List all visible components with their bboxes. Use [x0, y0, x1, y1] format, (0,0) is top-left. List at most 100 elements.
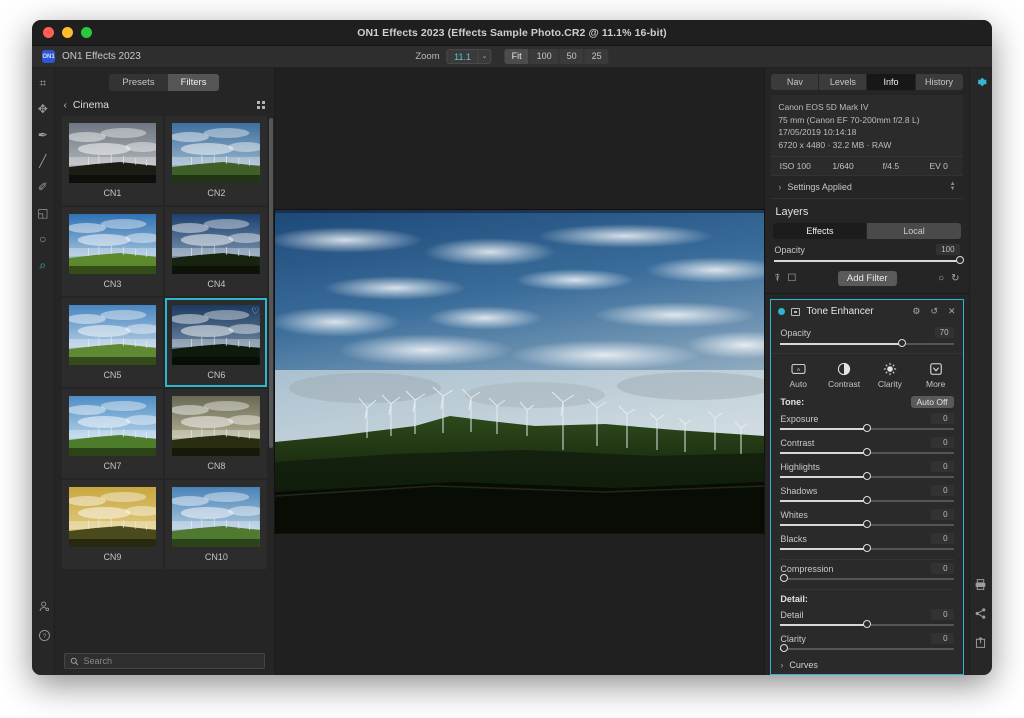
layer-tab-effects[interactable]: Effects [773, 223, 866, 239]
perfect-eraser-tool-icon[interactable]: ╱ [36, 154, 50, 168]
curves-row[interactable]: › Curves [771, 654, 962, 675]
preset-item[interactable]: CN4 [165, 207, 267, 296]
blemish-remover-tool-icon[interactable]: ○ [36, 232, 50, 246]
settings-gear-icon[interactable] [975, 76, 987, 88]
preset-item[interactable]: CN7 [62, 389, 164, 478]
edited-photo[interactable] [275, 210, 764, 533]
inspector-tab-history[interactable]: History [916, 74, 963, 90]
clone-stamp-tool-icon[interactable]: ◱ [36, 206, 50, 220]
grid-view-icon[interactable] [257, 101, 265, 109]
layer-opacity-value[interactable]: 100 [936, 244, 959, 255]
quick-action-auto[interactable]: AAuto [775, 360, 821, 389]
presets-filters-tabs[interactable]: PresetsFilters [55, 68, 275, 96]
retouch-brush-tool-icon[interactable]: ✒ [36, 128, 50, 142]
compression-row: Compression 0 [771, 560, 962, 574]
zoom-value[interactable]: 11.1 [448, 52, 478, 62]
filter-opacity-value[interactable]: 70 [935, 327, 954, 338]
exif-item: ISO 100 [771, 161, 819, 171]
help-icon[interactable]: ? [38, 629, 51, 647]
fit-button-fit[interactable]: Fit [505, 49, 530, 64]
parameter-value[interactable]: 0 [931, 533, 953, 544]
preset-thumbnail [69, 396, 157, 456]
filter-opacity-slider[interactable] [780, 339, 953, 349]
fit-button-50[interactable]: 50 [560, 49, 585, 64]
parameter-slider[interactable] [780, 472, 953, 482]
favorite-heart-icon[interactable]: ♡ [251, 306, 259, 317]
quick-action-contrast[interactable]: Contrast [821, 360, 867, 389]
parameter-slider[interactable] [780, 620, 953, 630]
inspector-tab-info[interactable]: Info [867, 74, 914, 90]
parameter-value[interactable]: 0 [931, 437, 953, 448]
chevron-right-icon[interactable]: › [780, 660, 783, 670]
parameter-value[interactable]: 0 [931, 609, 953, 620]
preset-item[interactable]: CN3 [62, 207, 164, 296]
preset-item[interactable]: CN5 [62, 298, 164, 387]
move-tool-icon[interactable]: ✥ [36, 102, 50, 116]
add-layer-icon[interactable]: ⍒ [774, 273, 780, 284]
export-icon[interactable] [974, 636, 987, 649]
parameter-slider[interactable] [780, 496, 953, 506]
compression-value[interactable]: 0 [931, 563, 953, 574]
masking-bug-tool-icon[interactable]: ⌕ [36, 258, 50, 272]
parameter-value[interactable]: 0 [931, 509, 953, 520]
fit-button-100[interactable]: 100 [530, 49, 560, 64]
account-icon[interactable] [38, 600, 51, 618]
parameter-slider[interactable] [780, 644, 953, 654]
parameter-slider[interactable] [780, 520, 953, 530]
filter-settings-icon[interactable]: ⚙ [912, 306, 920, 317]
chevron-down-icon[interactable]: ⌄ [478, 50, 491, 63]
effects-local-tabs[interactable]: EffectsLocal [773, 223, 960, 239]
preset-label: CN4 [172, 274, 260, 291]
fit-button-group[interactable]: Fit1005025 [505, 49, 609, 64]
preset-item[interactable]: CN9 [62, 480, 164, 569]
add-filter-button[interactable]: Add Filter [838, 271, 897, 286]
filter-close-icon[interactable]: ✕ [948, 306, 956, 317]
preset-item[interactable]: CN1 [62, 116, 164, 205]
filter-enabled-toggle[interactable] [778, 308, 785, 315]
preset-item[interactable]: CN2 [165, 116, 267, 205]
filter-reset-icon[interactable]: ↺ [930, 306, 938, 317]
share-icon[interactable] [974, 607, 987, 620]
image-canvas[interactable] [275, 68, 764, 675]
layer-tab-local[interactable]: Local [867, 223, 960, 239]
search-field[interactable] [84, 656, 260, 666]
quick-action-more[interactable]: More [913, 360, 959, 389]
stepper-icon[interactable]: ▲▼ [950, 182, 956, 192]
quick-actions-row[interactable]: AAutoContrastClarityMore [771, 353, 962, 392]
print-icon[interactable] [974, 578, 987, 591]
compression-slider[interactable] [780, 574, 953, 584]
parameter-slider[interactable] [780, 424, 953, 434]
parameter-slider[interactable] [780, 544, 953, 554]
browser-tab-presets[interactable]: Presets [109, 74, 167, 91]
parameter-value[interactable]: 0 [931, 461, 953, 472]
options-icon[interactable]: ○ [938, 273, 944, 284]
retouch-wand-tool-icon[interactable]: ✐ [36, 180, 50, 194]
parameter-value[interactable]: 0 [931, 633, 953, 644]
inspector-tab-nav[interactable]: Nav [771, 74, 818, 90]
main-body: ⌗✥✒╱✐◱○⌕ PresetsFilters ‹ Cinema CN1CN2C… [32, 68, 992, 675]
filter-mask-icon[interactable] [791, 308, 800, 316]
auto-off-button[interactable]: Auto Off [911, 396, 954, 408]
browser-tab-filters[interactable]: Filters [168, 74, 220, 91]
settings-applied-row[interactable]: › Settings Applied ▲▼ [771, 175, 962, 199]
preset-item[interactable]: CN8 [165, 389, 267, 478]
preset-thumbnail [69, 487, 157, 547]
browser-scrollbar[interactable] [269, 118, 273, 448]
quick-action-clarity[interactable]: Clarity [867, 360, 913, 389]
inspector-tab-levels[interactable]: Levels [819, 74, 866, 90]
mask-icon[interactable]: ☐ [787, 273, 796, 284]
preset-item[interactable]: CN10 [165, 480, 267, 569]
reset-icon[interactable]: ↻ [951, 273, 959, 284]
inspector-tabs[interactable]: NavLevelsInfoHistory [765, 68, 968, 95]
search-input[interactable] [64, 653, 266, 669]
fit-button-25[interactable]: 25 [585, 49, 609, 64]
back-chevron-icon[interactable]: ‹ [64, 100, 67, 111]
preset-item[interactable]: ♡CN6 [165, 298, 267, 387]
parameter-value[interactable]: 0 [931, 413, 953, 424]
parameter-slider[interactable] [780, 448, 953, 458]
crop-tool-icon[interactable]: ⌗ [36, 76, 50, 90]
zoom-field[interactable]: 11.1 ⌄ [447, 49, 492, 64]
parameter-value[interactable]: 0 [931, 485, 953, 496]
layer-opacity-slider[interactable] [774, 256, 959, 266]
chevron-right-icon[interactable]: › [778, 182, 781, 192]
